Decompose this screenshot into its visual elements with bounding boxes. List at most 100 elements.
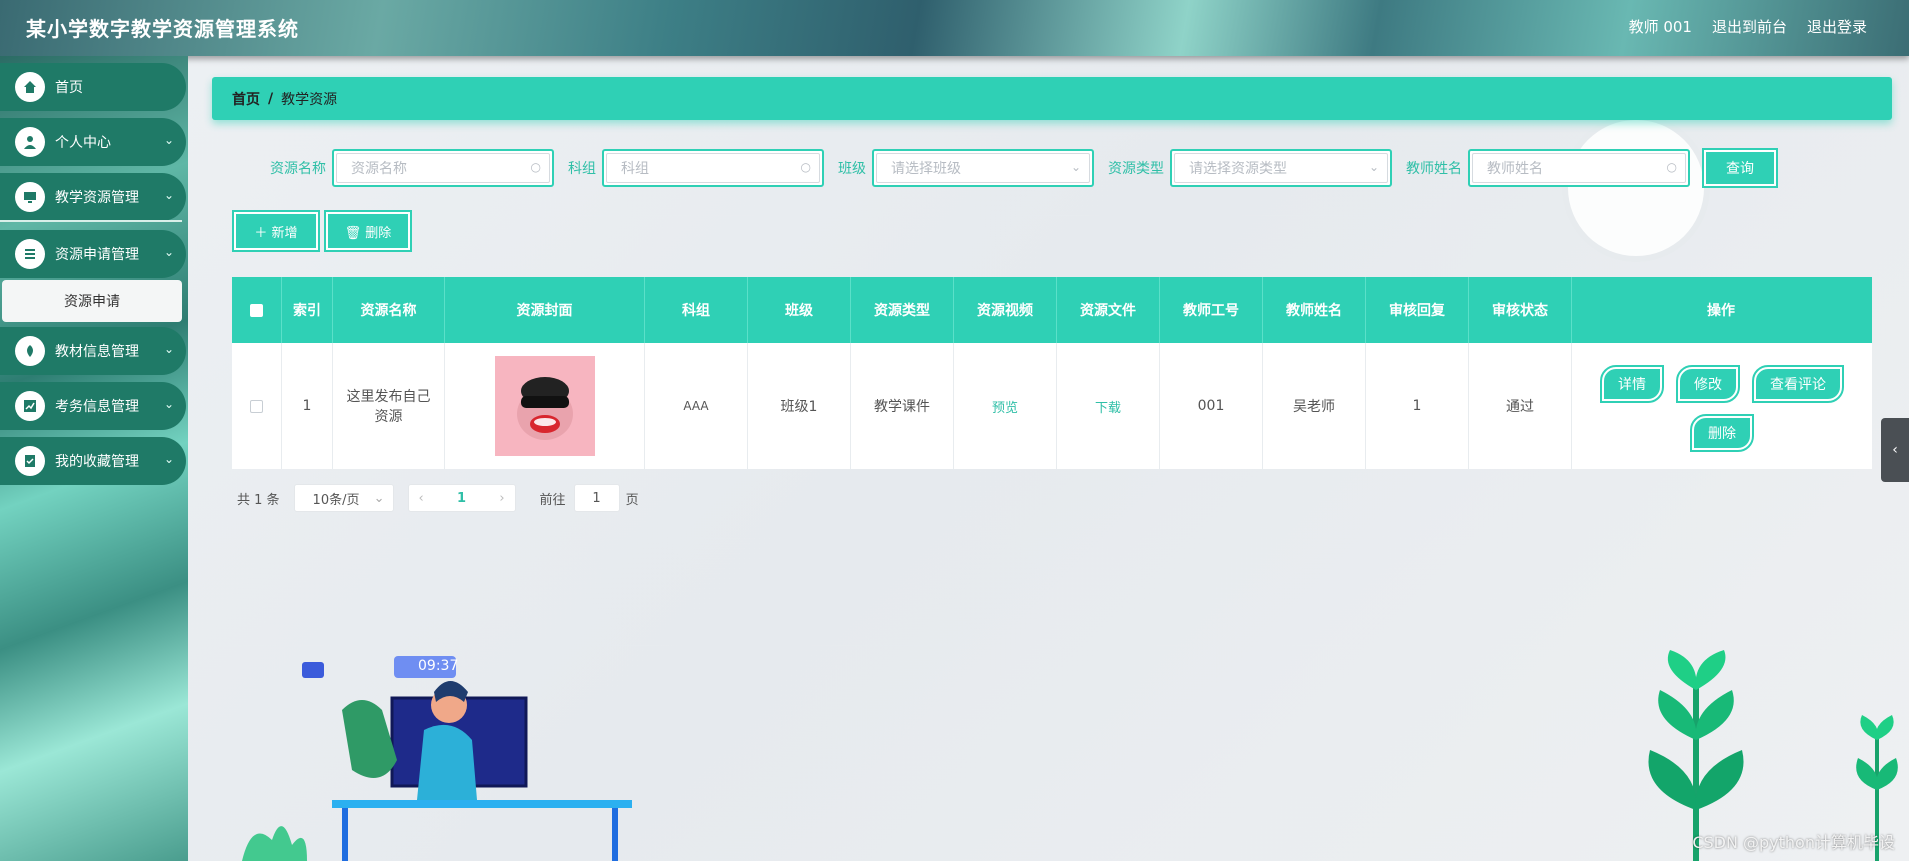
col-group: 科组 [645, 277, 748, 343]
search-form: 资源名称 资源名称 ○ 科组 科组 ○ 班级 请选择班级 ⌄ 资源类型 请选择资源类型… [270, 148, 1778, 188]
sidebar-item-favorites[interactable]: 我的收藏管理 ⌄ [0, 437, 186, 485]
page-size-select[interactable]: 10条/页 ⌄ [293, 484, 394, 512]
current-page[interactable]: 1 [457, 491, 466, 506]
page-size-value: 10条/页 [312, 492, 360, 508]
home-icon [15, 72, 45, 102]
col-status: 审核状态 [1469, 277, 1572, 343]
list-icon [15, 239, 45, 269]
select-all-checkbox[interactable] [250, 303, 263, 317]
search-icon: ○ [530, 160, 541, 174]
resource-name-field[interactable]: 资源名称 ○ [332, 149, 554, 187]
sidebar-item-label: 教材信息管理 [55, 344, 139, 360]
cover-image[interactable] [494, 356, 595, 456]
sidebar-divider [0, 220, 182, 222]
sidebar-item-label: 首页 [55, 80, 83, 96]
sidebar-item-label: 个人中心 [55, 135, 111, 151]
background-clock [1568, 120, 1704, 256]
chevron-down-icon: ⌄ [163, 397, 174, 411]
sidebar-item-personal[interactable]: 个人中心 ⌄ [0, 118, 186, 166]
sidebar-item-exams[interactable]: 考务信息管理 ⌄ [0, 382, 186, 430]
user-icon [15, 127, 45, 157]
col-video: 资源视频 [954, 277, 1057, 343]
resource-table: 索引 资源名称 资源封面 科组 班级 资源类型 资源视频 资源文件 教师工号 教… [232, 277, 1872, 469]
top-header: 某小学数字教学资源管理系统 教师 001 退出到前台 退出登录 [0, 0, 1909, 56]
sidebar-item-applications[interactable]: 资源申请管理 ⌄ [0, 230, 186, 278]
sidebar-item-textbooks[interactable]: 教材信息管理 ⌄ [0, 327, 186, 375]
edit-button[interactable]: 修改 [1676, 365, 1740, 403]
query-button[interactable]: 查询 [1702, 148, 1778, 188]
breadcrumb-separator: / [268, 90, 274, 107]
chevron-down-icon: ⌄ [1368, 160, 1379, 174]
current-user: 教师 001 [1628, 18, 1692, 36]
col-type: 资源类型 [851, 277, 954, 343]
page-nav: ‹ 1 › [407, 484, 516, 512]
breadcrumb: 首页 / 教学资源 [212, 77, 1892, 120]
download-link[interactable]: 下载 [1095, 397, 1121, 416]
class-select[interactable]: 请选择班级 ⌄ [872, 149, 1094, 187]
add-button[interactable]: ＋ 新增 [232, 210, 320, 252]
col-teacher-name: 教师姓名 [1263, 277, 1366, 343]
sidebar-item-label: 教学资源管理 [55, 190, 139, 206]
sidebar-item-label: 我的收藏管理 [55, 454, 139, 470]
preview-link[interactable]: 预览 [992, 397, 1018, 416]
chevron-down-icon: ⌄ [163, 133, 174, 147]
cell-actions: 详情 修改 查看评论 删除 [1572, 343, 1870, 469]
select-all-cell [232, 277, 282, 343]
sidebar-item-home[interactable]: 首页 [0, 63, 186, 111]
chevron-left-icon[interactable]: ‹ [1881, 418, 1909, 482]
front-link[interactable]: 退出到前台 [1712, 16, 1787, 37]
cell-video: 预览 [954, 343, 1057, 469]
col-teacher-id: 教师工号 [1160, 277, 1263, 343]
illustration-clock: 09:37 [418, 658, 459, 674]
delete-button[interactable]: 删除 [1690, 414, 1754, 452]
toolbar: ＋ 新增 🗑 删除 [232, 210, 412, 252]
cell-status: 通过 [1469, 343, 1572, 469]
goto-input[interactable]: 1 [573, 484, 620, 512]
clipboard-check-icon [15, 446, 45, 476]
sidebar: 首页 个人中心 ⌄ 教学资源管理 ⌄ 资源申请管理 ⌄ 资源申请 教材信息管理 … [0, 56, 188, 861]
class-placeholder: 请选择班级 [891, 161, 961, 177]
app-title: 某小学数字教学资源管理系统 [26, 17, 299, 41]
col-class: 班级 [748, 277, 851, 343]
search-icon: ○ [1666, 160, 1677, 174]
group-field[interactable]: 科组 ○ [602, 149, 824, 187]
view-comments-button[interactable]: 查看评论 [1752, 365, 1844, 403]
teacher-placeholder: 教师姓名 [1487, 161, 1543, 177]
total-count: 共 1 条 [237, 492, 280, 508]
chevron-down-icon: ⌄ [163, 452, 174, 466]
monitor-icon [15, 182, 45, 212]
cell-teacher-name: 吴老师 [1263, 343, 1366, 469]
sidebar-subitem-apply[interactable]: 资源申请 [2, 280, 182, 322]
bulk-delete-button[interactable]: 🗑 删除 [324, 210, 412, 252]
next-page-icon[interactable]: › [499, 491, 504, 506]
type-select[interactable]: 请选择资源类型 ⌄ [1170, 149, 1392, 187]
type-label: 资源类型 [1108, 161, 1164, 177]
sidebar-item-resources[interactable]: 教学资源管理 ⌄ [0, 173, 186, 221]
breadcrumb-home[interactable]: 首页 [232, 89, 260, 109]
chevron-down-icon: ⌄ [163, 188, 174, 202]
detail-button[interactable]: 详情 [1600, 365, 1664, 403]
prev-page-icon[interactable]: ‹ [419, 491, 424, 506]
cell-name: 这里发布自己资源 [333, 343, 445, 469]
teacher-field[interactable]: 教师姓名 ○ [1468, 149, 1690, 187]
cell-group: AAA [645, 343, 748, 469]
row-select-cell [232, 343, 282, 469]
col-actions: 操作 [1707, 303, 1735, 319]
teacher-label: 教师姓名 [1406, 161, 1462, 177]
leaf-icon [15, 336, 45, 366]
logout-link[interactable]: 退出登录 [1807, 16, 1867, 37]
goto-label: 前往 [539, 492, 566, 508]
sidebar-item-label: 资源申请管理 [55, 247, 139, 263]
cell-class: 班级1 [748, 343, 851, 469]
group-label: 科组 [568, 161, 596, 177]
col-name: 资源名称 [333, 277, 445, 343]
cell-type: 教学课件 [851, 343, 954, 469]
table-header: 索引 资源名称 资源封面 科组 班级 资源类型 资源视频 资源文件 教师工号 教… [232, 277, 1872, 343]
row-checkbox[interactable] [250, 399, 263, 413]
col-index: 索引 [282, 277, 333, 343]
goto-value: 1 [592, 490, 601, 506]
cell-index: 1 [282, 343, 333, 469]
header-nav: 教师 001 退出到前台 退出登录 [1629, 16, 1867, 37]
breadcrumb-current: 教学资源 [281, 91, 338, 108]
resource-name-placeholder: 资源名称 [351, 161, 407, 177]
